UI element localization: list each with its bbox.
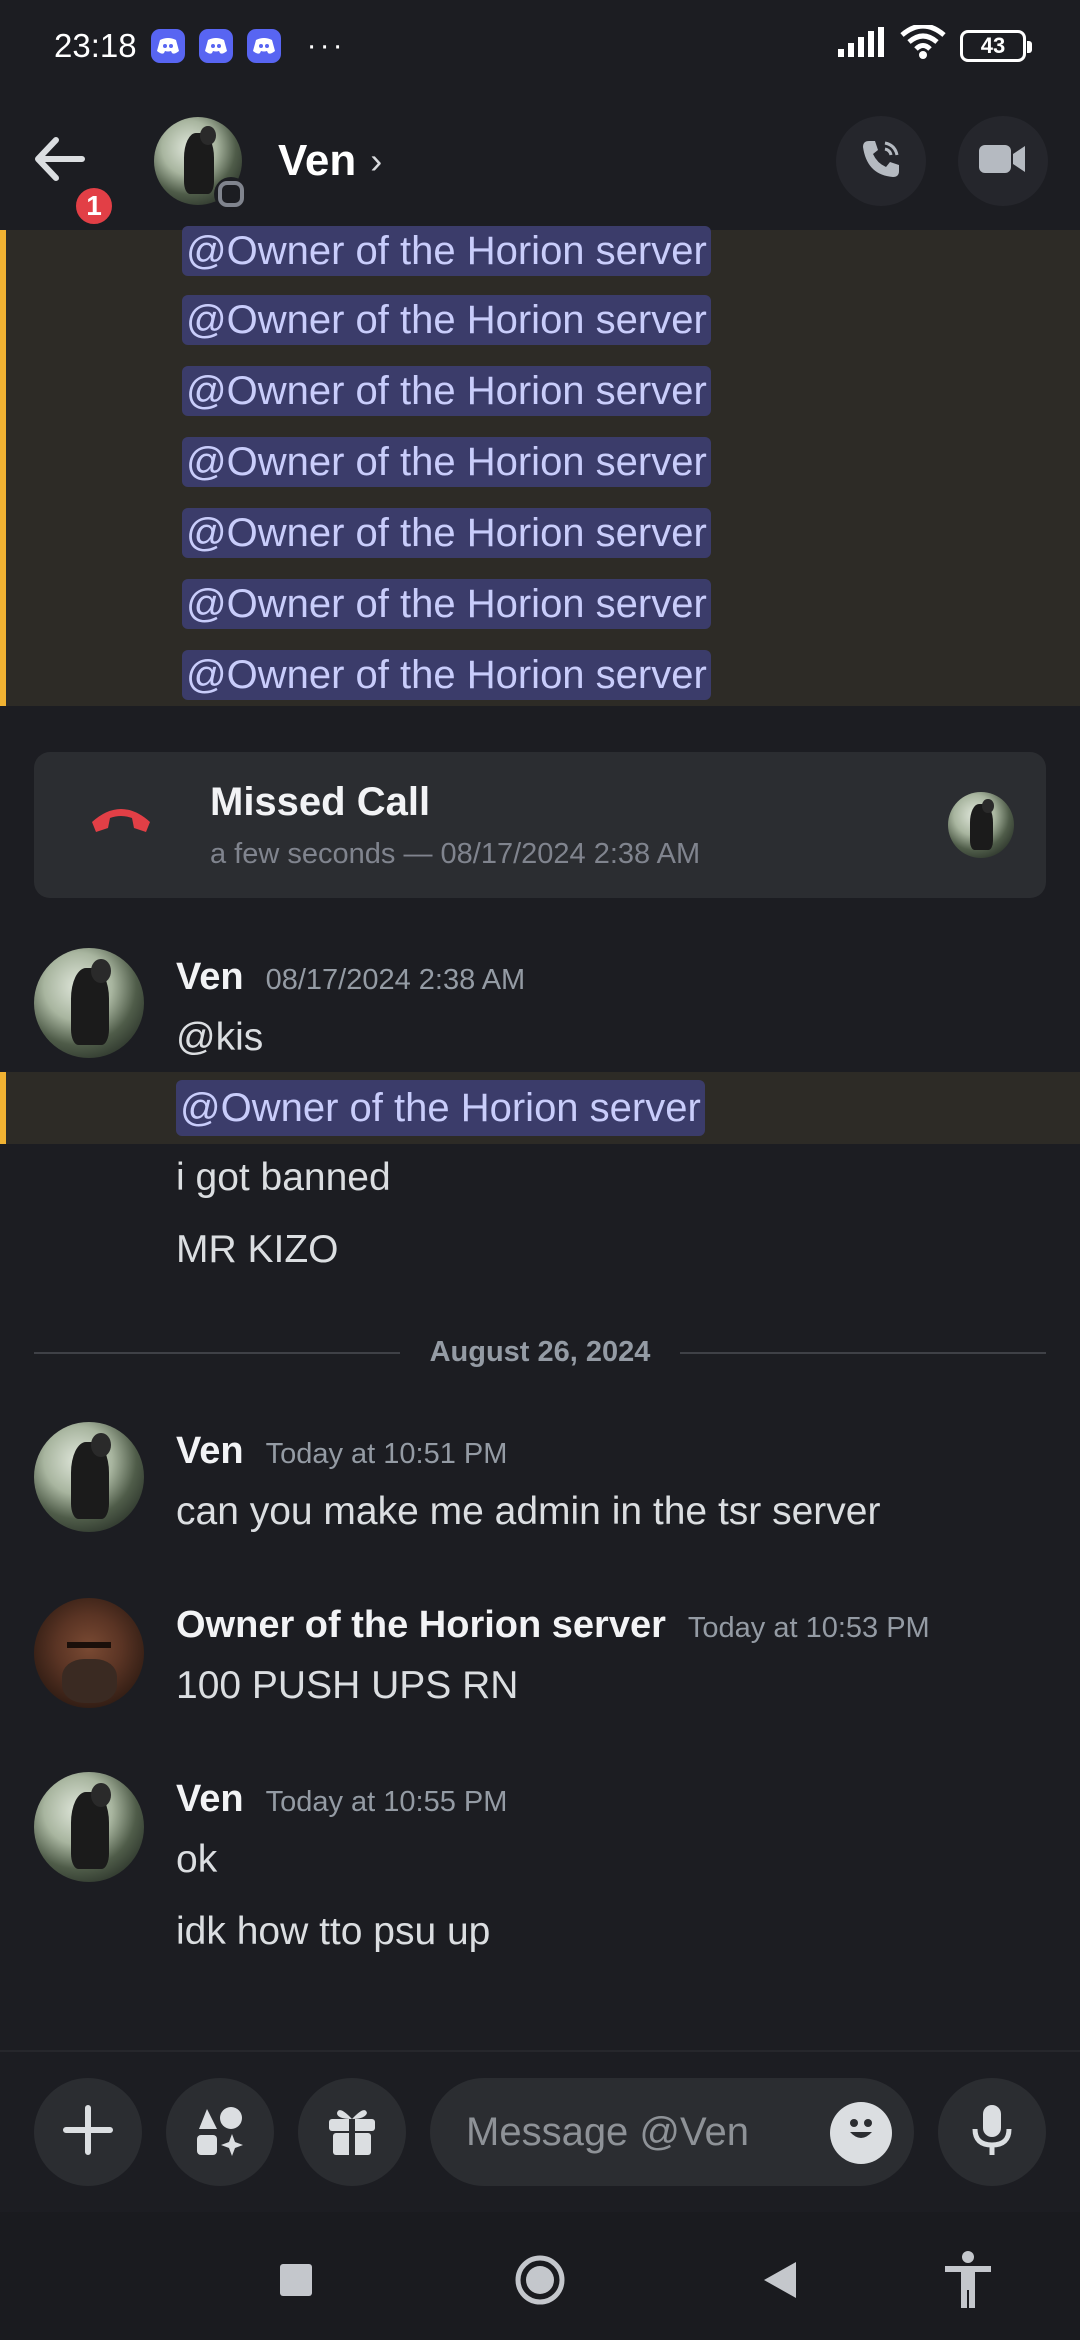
recents-button[interactable] — [266, 2252, 326, 2312]
discord-icon — [246, 29, 281, 63]
message-author[interactable]: Ven 08/17/2024 2:38 AM — [176, 956, 525, 999]
mention-pill[interactable]: @Owner of the Horion server — [182, 226, 711, 276]
discord-icon — [198, 29, 233, 63]
back-icon — [762, 2260, 798, 2305]
mention-pill[interactable]: @Owner of the Horion server — [176, 1080, 705, 1136]
author-name[interactable]: Ven — [176, 1778, 244, 1820]
mention-pill[interactable]: @Owner of the Horion server — [182, 508, 711, 558]
emoji-button[interactable] — [830, 2102, 892, 2164]
message-timestamp: 08/17/2024 2:38 AM — [265, 964, 526, 996]
gift-button[interactable] — [298, 2078, 406, 2186]
missed-call-title: Missed Call — [210, 780, 431, 824]
mention-pill[interactable]: @Owner of the Horion server — [182, 366, 711, 416]
author-name[interactable]: Ven — [176, 956, 244, 998]
message-composer: Message @Ven — [0, 2050, 1080, 2210]
accessibility-button[interactable] — [938, 2250, 998, 2315]
avatar[interactable] — [34, 1598, 144, 1708]
page-title[interactable]: Ven — [278, 136, 356, 186]
unread-badge: 1 — [72, 184, 116, 228]
author-name[interactable]: Ven — [176, 1430, 244, 1472]
emoji-icon — [839, 2106, 883, 2160]
video-camera-icon — [979, 142, 1027, 181]
home-icon — [514, 2254, 566, 2311]
status-bar: 23:18 ··· 43 — [0, 0, 1080, 92]
back-nav-button[interactable] — [750, 2252, 810, 2312]
discord-icon — [150, 29, 185, 63]
chat-header: 1 Ven › — [0, 92, 1080, 230]
mention-highlight-block: @Owner of the Horion server @Owner of th… — [0, 226, 1080, 706]
hangup-phone-icon — [88, 800, 154, 841]
mention-pill[interactable]: @Owner of the Horion server — [182, 295, 711, 345]
microphone-icon — [970, 2103, 1014, 2162]
mention-pill[interactable]: @Owner of the Horion server — [182, 579, 711, 629]
phone-call-icon — [859, 137, 903, 186]
message-timestamp: Today at 10:53 PM — [687, 1612, 930, 1644]
message-text: 100 PUSH UPS RN — [176, 1664, 519, 1707]
more-notifications: ··· — [306, 29, 346, 62]
video-call-button[interactable] — [958, 116, 1048, 206]
message-text: @kis — [176, 1016, 264, 1059]
offline-status-icon — [214, 177, 248, 211]
message-author[interactable]: Ven Today at 10:51 PM — [176, 1430, 507, 1473]
apps-icon — [193, 2103, 247, 2162]
wifi-icon — [900, 23, 946, 67]
date-divider-label: August 26, 2024 — [400, 1330, 680, 1374]
message-author[interactable]: Owner of the Horion server Today at 10:53… — [176, 1604, 930, 1647]
avatar — [948, 792, 1014, 858]
home-button[interactable] — [510, 2252, 570, 2312]
message-timestamp: Today at 10:55 PM — [265, 1786, 508, 1818]
mention-pill[interactable]: @Owner of the Horion server — [182, 437, 711, 487]
message-text: can you make me admin in the tsr server — [176, 1490, 881, 1533]
back-arrow-icon — [32, 136, 86, 187]
avatar[interactable] — [34, 1422, 144, 1532]
voice-message-button[interactable] — [938, 2078, 1046, 2186]
avatar[interactable] — [154, 117, 248, 211]
apps-button[interactable] — [166, 2078, 274, 2186]
message-text: MR KIZO — [176, 1228, 339, 1271]
signal-icon — [838, 27, 886, 65]
plus-icon — [62, 2104, 114, 2161]
recents-icon — [279, 2263, 313, 2302]
back-button[interactable]: 1 — [32, 116, 122, 228]
avatar[interactable] — [34, 948, 144, 1058]
message-timestamp: Today at 10:51 PM — [265, 1438, 508, 1470]
message-author[interactable]: Ven Today at 10:55 PM — [176, 1778, 507, 1821]
accessibility-icon — [943, 2250, 993, 2315]
avatar[interactable] — [34, 1772, 144, 1882]
status-time: 23:18 — [54, 27, 137, 64]
attach-button[interactable] — [34, 2078, 142, 2186]
chevron-right-icon[interactable]: › — [370, 140, 382, 182]
message-input[interactable]: Message @Ven — [430, 2078, 914, 2186]
voice-call-button[interactable] — [836, 116, 926, 206]
author-name[interactable]: Owner of the Horion server — [176, 1604, 666, 1646]
gift-icon — [325, 2103, 379, 2162]
battery-indicator: 43 — [960, 30, 1032, 62]
missed-call-subtitle: a few seconds — 08/17/2024 2:38 AM — [210, 838, 701, 870]
message-text: ok — [176, 1838, 218, 1881]
system-navigation-bar — [0, 2212, 1080, 2340]
message-text: i got banned — [176, 1156, 391, 1199]
message-placeholder: Message @Ven — [466, 2109, 749, 2154]
mention-pill[interactable]: @Owner of the Horion server — [182, 650, 711, 700]
message-text: idk how tto psu up — [176, 1910, 491, 1953]
missed-call-card[interactable]: Missed Call a few seconds — 08/17/2024 2… — [34, 752, 1046, 898]
